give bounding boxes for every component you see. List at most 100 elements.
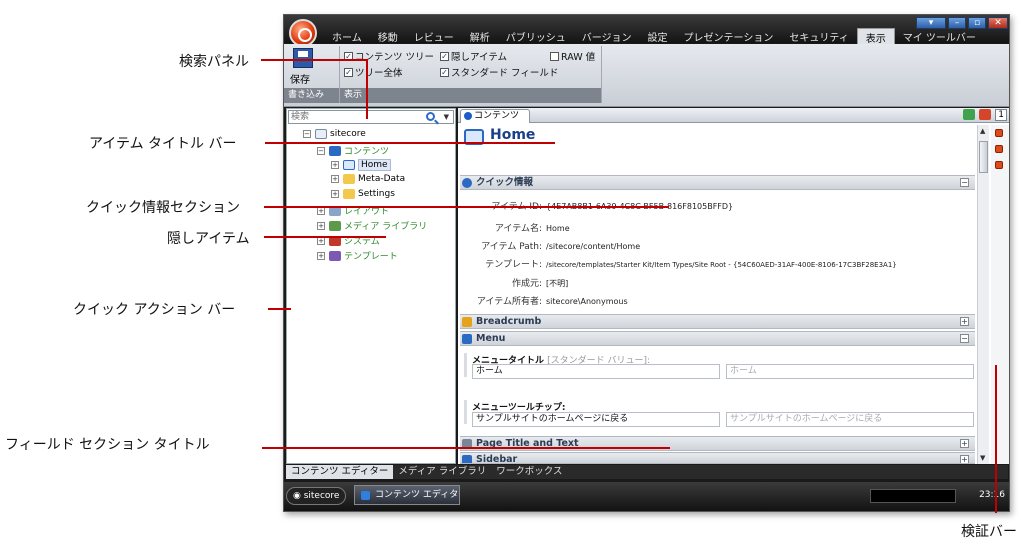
callout-line — [264, 206, 669, 208]
version-selector[interactable]: 1 — [995, 109, 1007, 121]
tab-view[interactable]: 表示 — [856, 28, 895, 45]
tree-item-label: コンテンツ — [344, 147, 390, 157]
menu-bar: ホーム 移動 レビュー 解析 パブリッシュ バージョン 設定 プレゼンテーション… — [324, 28, 984, 45]
callout-quick-info: クイック情報セクション — [86, 200, 240, 216]
ribbon: 保存 書き込み ✓ コンテンツ ツリー ✓ ツリー全体 ✓ 隠しアイテム ✓ スタンダー… — [284, 44, 1009, 107]
checkbox-hidden-items[interactable]: ✓ 隠しアイテム — [440, 49, 507, 63]
close-button[interactable]: ✕ — [988, 17, 1008, 29]
quick-info-row: アイテム名: Home — [494, 224, 570, 234]
tree-item-label: Settings — [358, 189, 395, 199]
tree-root[interactable]: − sitecore — [303, 129, 366, 139]
tab-content-editor[interactable]: コンテンツ エディター — [286, 465, 394, 479]
section-menu[interactable]: Menu − — [460, 331, 975, 346]
tab-publish[interactable]: パブリッシュ — [498, 28, 574, 44]
save-button[interactable]: 保存 — [287, 48, 321, 86]
collapse-icon[interactable]: − — [960, 334, 969, 343]
tab-media-library[interactable]: メディア ライブラリ — [393, 465, 491, 479]
collapse-icon[interactable]: − — [960, 178, 969, 187]
callout-search-panel: 検索パネル — [179, 54, 249, 70]
record-icon[interactable] — [979, 109, 992, 120]
menu-icon — [462, 334, 472, 344]
tab-configure[interactable]: 設定 — [640, 28, 676, 44]
expand-icon[interactable]: + — [960, 439, 969, 448]
expand-icon[interactable]: + — [331, 175, 339, 183]
content-icon — [329, 145, 341, 156]
expand-icon[interactable]: + — [331, 190, 339, 198]
menu-tooltip-input[interactable]: サンプルサイトのホームページに戻る — [472, 412, 720, 427]
checkmark-icon: ✓ — [440, 51, 449, 61]
info-icon — [462, 178, 472, 188]
search-icon[interactable] — [426, 112, 435, 121]
tab-home[interactable]: ホーム — [324, 28, 370, 44]
tree-item-settings[interactable]: + Settings — [331, 189, 395, 199]
search-input[interactable] — [291, 111, 421, 123]
tab-versions[interactable]: バージョン — [574, 28, 640, 44]
tree-item-label: メディア ライブラリ — [344, 222, 428, 232]
expand-icon[interactable]: + — [317, 251, 325, 260]
tree-item-home[interactable]: + Home — [331, 159, 391, 171]
checkbox-standard-fields[interactable]: ✓ スタンダード フィールド — [440, 65, 558, 79]
quick-info-row: アイテム所有者: sitecore\Anonymous — [476, 297, 628, 307]
expand-icon[interactable]: + — [960, 317, 969, 326]
tree-item-media-library[interactable]: + メディア ライブラリ — [317, 219, 427, 232]
tab-my-toolbar[interactable]: マイ ツールバー — [895, 28, 984, 44]
sitecore-logo-icon[interactable] — [289, 19, 317, 47]
tab-review[interactable]: レビュー — [406, 28, 462, 44]
title-bar: ▾ – ▫ ✕ ホーム 移動 レビュー 解析 パブリッシュ バージョン 設定 プ… — [284, 15, 1009, 45]
tree-item-templates[interactable]: + テンプレート — [317, 249, 398, 262]
tree-item-label: テンプレート — [344, 252, 398, 262]
ribbon-group-label-view: 表示 — [340, 88, 601, 103]
content-editor-icon — [361, 491, 370, 500]
quick-tools: 1 — [963, 109, 1007, 121]
navigate-icon[interactable] — [963, 109, 976, 120]
validation-bar — [991, 125, 1009, 464]
collapse-icon[interactable]: − — [303, 130, 311, 138]
tree-item-meta-data[interactable]: + Meta-Data — [331, 174, 405, 184]
breadcrumb-icon — [462, 317, 472, 327]
sidebar-icon — [462, 455, 472, 463]
media-icon — [329, 220, 341, 231]
tab-security[interactable]: セキュリティ — [781, 28, 856, 44]
taskbar: ◉ sitecore コンテンツ エディター 23:16 — [284, 482, 1009, 511]
tree-item-content[interactable]: − コンテンツ — [317, 144, 389, 157]
tab-workbox[interactable]: ワークボックス — [491, 465, 567, 479]
save-label: 保存 — [290, 75, 310, 86]
taskbar-item-content-editor[interactable]: コンテンツ エディター — [354, 485, 460, 511]
validation-error-icon[interactable] — [995, 129, 1003, 137]
callout-hidden-item: 隠しアイテム — [167, 231, 250, 247]
scroll-thumb[interactable] — [979, 141, 988, 173]
callout-line — [265, 142, 555, 144]
scroll-up-icon[interactable]: ▲ — [980, 127, 985, 135]
section-breadcrumb[interactable]: Breadcrumb + — [460, 314, 975, 329]
menu-tooltip-standard-value: サンプルサイトのホームページに戻る — [726, 412, 974, 427]
tab-navigate[interactable]: 移動 — [370, 28, 406, 44]
validation-error-icon[interactable] — [995, 161, 1003, 169]
tree-root-label: sitecore — [330, 129, 366, 139]
save-disk-icon — [293, 48, 313, 68]
collapse-icon[interactable]: − — [317, 146, 325, 155]
editor-tab-strip: コンテンツ 1 — [458, 108, 1009, 123]
vertical-scrollbar[interactable]: ▲ ▼ — [977, 125, 989, 464]
validation-error-icon[interactable] — [995, 145, 1003, 153]
start-button[interactable]: ◉ sitecore — [286, 487, 347, 505]
expand-icon[interactable]: + — [331, 161, 339, 169]
scroll-down-icon[interactable]: ▼ — [980, 454, 985, 462]
callout-line — [268, 308, 291, 310]
expand-icon[interactable]: + — [960, 455, 969, 463]
section-quick-info[interactable]: クイック情報 − — [460, 175, 975, 190]
expand-icon[interactable]: + — [317, 221, 325, 230]
menu-title-input[interactable]: ホーム — [472, 364, 720, 379]
search-panel: ▼ — [288, 110, 454, 124]
checkmark-icon: ✓ — [344, 67, 353, 77]
template-icon — [329, 250, 341, 261]
section-sidebar[interactable]: Sidebar + — [460, 452, 975, 464]
menu-title-standard-value: ホーム — [726, 364, 974, 379]
chevron-down-icon[interactable]: ▼ — [444, 113, 449, 121]
tab-presentation[interactable]: プレゼンテーション — [676, 28, 782, 44]
home-icon — [343, 160, 355, 170]
tab-analyze[interactable]: 解析 — [462, 28, 498, 44]
content-editor-window: ▾ – ▫ ✕ ホーム 移動 レビュー 解析 パブリッシュ バージョン 設定 プ… — [283, 14, 1010, 512]
checkbox-raw-values[interactable]: RAW 値 — [550, 49, 595, 63]
tab-content[interactable]: コンテンツ — [460, 109, 530, 123]
checkbox-entire-tree[interactable]: ✓ ツリー全体 — [344, 65, 403, 79]
